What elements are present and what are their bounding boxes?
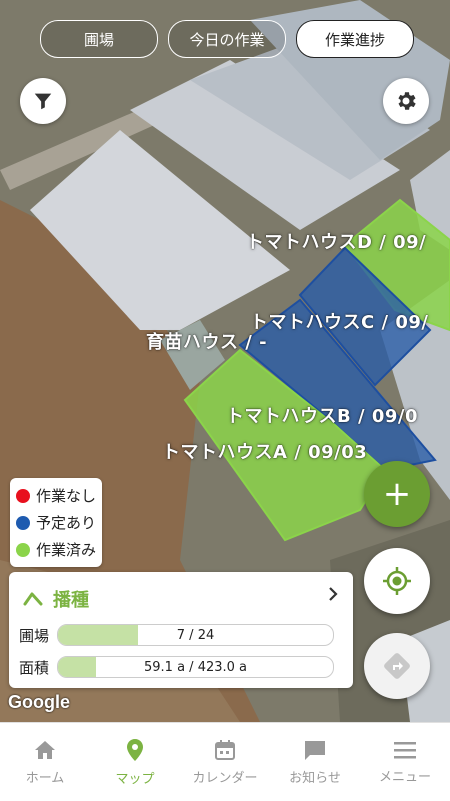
nav-home[interactable]: ホーム: [0, 723, 90, 801]
fields-progress-bar: 7 / 24: [57, 624, 335, 646]
fields-progress-row: 圃場 7 / 24: [19, 624, 335, 646]
field-label-b[interactable]: トマトハウスB / 09/0: [226, 402, 418, 428]
legend-item-done: 作業済み: [16, 536, 96, 563]
plus-icon: +: [382, 474, 412, 514]
message-icon: [305, 740, 325, 760]
field-label-a[interactable]: トマトハウスA / 09/03: [162, 438, 367, 464]
progress-value: 7 / 24: [176, 627, 215, 643]
work-type-label: 播種: [53, 590, 89, 611]
legend-item-no-work: 作業なし: [16, 482, 96, 509]
filter-button[interactable]: [20, 78, 66, 124]
progress-summary-panel[interactable]: 播種 圃場 7 / 24 面積 59.1 a / 423.0 a: [9, 572, 353, 688]
google-attribution: Google: [8, 692, 70, 712]
tab-work-progress[interactable]: 作業進捗: [296, 20, 414, 58]
red-dot-icon: [16, 488, 30, 503]
area-progress-row: 面積 59.1 a / 423.0 a: [19, 656, 335, 678]
directions-button[interactable]: [364, 633, 430, 699]
legend-item-planned: 予定あり: [16, 509, 96, 536]
progress-value: 59.1 a / 423.0 a: [144, 659, 248, 675]
green-dot-icon: [16, 542, 30, 557]
bottom-navigation: ホーム マップ カレンダー お知らせ メニュー: [0, 722, 450, 801]
sprout-icon: [23, 592, 43, 606]
nav-calendar[interactable]: カレンダー: [180, 723, 270, 801]
row-label: 面積: [19, 658, 50, 677]
settings-button[interactable]: [383, 78, 429, 124]
nav-menu[interactable]: メニュー: [360, 723, 450, 801]
home-icon: [35, 740, 55, 759]
directions-icon: [384, 653, 410, 679]
legend-label: 作業済み: [36, 541, 97, 559]
nav-label: マップ: [115, 771, 155, 787]
nav-map[interactable]: マップ: [90, 723, 180, 801]
field-label-c[interactable]: トマトハウスC / 09/: [250, 308, 428, 334]
filter-icon: [34, 93, 52, 110]
nav-notifications[interactable]: お知らせ: [270, 723, 360, 801]
panel-title: 播種: [23, 586, 89, 612]
view-tabs: 圃場 今日の作業 作業進捗: [40, 20, 414, 58]
nav-label: メニュー: [378, 769, 431, 785]
status-legend: 作業なし 予定あり 作業済み: [10, 478, 103, 567]
crosshair-icon: [383, 567, 411, 595]
gear-icon: [398, 92, 416, 110]
legend-label: 予定あり: [36, 514, 97, 532]
my-location-button[interactable]: [364, 548, 430, 614]
field-label-d[interactable]: トマトハウスD / 09/: [246, 228, 426, 254]
nav-label: お知らせ: [289, 770, 341, 786]
chevron-right-icon[interactable]: [327, 586, 339, 607]
tab-todays-work[interactable]: 今日の作業: [168, 20, 286, 58]
menu-icon: [394, 741, 416, 758]
blue-dot-icon: [16, 515, 30, 530]
nav-label: ホーム: [25, 770, 65, 786]
field-label-seedling[interactable]: 育苗ハウス / -: [146, 328, 267, 354]
map-pin-icon: [127, 738, 143, 761]
area-progress-bar: 59.1 a / 423.0 a: [57, 656, 335, 678]
tab-fields[interactable]: 圃場: [40, 20, 158, 58]
add-button[interactable]: +: [364, 461, 430, 527]
calendar-icon: [215, 739, 235, 760]
row-label: 圃場: [19, 626, 50, 645]
legend-label: 作業なし: [36, 487, 97, 505]
nav-label: カレンダー: [192, 770, 258, 786]
